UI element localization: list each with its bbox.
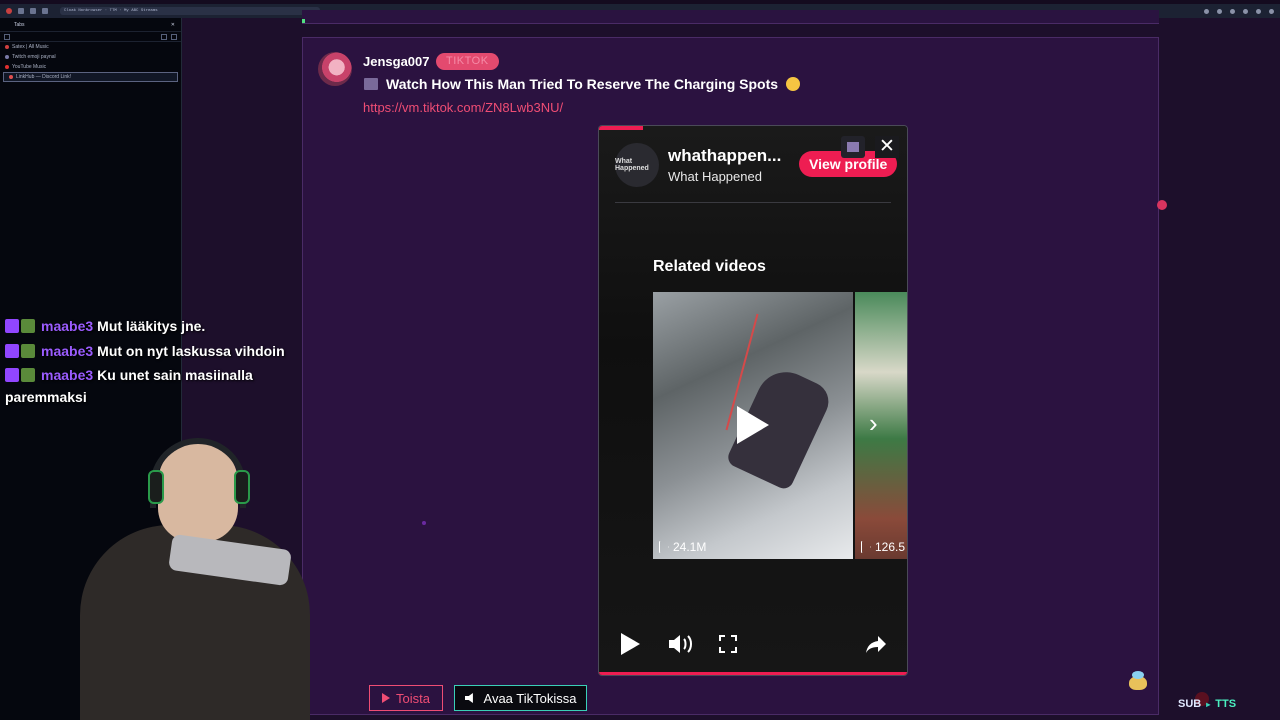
open-in-tiktok-button[interactable]: Avaa TikTokissa: [454, 685, 587, 711]
profile-icon[interactable]: [1217, 8, 1222, 14]
video-progress-bar[interactable]: [599, 126, 643, 130]
menu-icon[interactable]: [1230, 8, 1235, 14]
close-sidebar-icon[interactable]: ✕: [171, 22, 175, 28]
play-count-icon: [861, 541, 871, 553]
twitch-badge-icon: [5, 368, 19, 382]
post-title: Watch How This Man Tried To Reserve The …: [364, 76, 801, 92]
chat-text: Mut lääkitys jne.: [97, 318, 206, 334]
twitch-badge-icon: [5, 344, 19, 358]
arrow-icon: ▸: [1206, 699, 1211, 709]
tab-label: Twitch emoji paynal: [12, 54, 56, 60]
close-window-icon[interactable]: [1269, 8, 1274, 14]
tab-favicon-icon: [5, 55, 9, 59]
subscriber-badge-icon: [21, 368, 35, 382]
grimace-emoji-icon: [786, 77, 801, 91]
tab-favicon-icon: [5, 45, 9, 49]
play-count-icon: [659, 541, 669, 553]
share-icon[interactable]: [865, 633, 887, 655]
ufo-icon: [1129, 671, 1147, 690]
subscriber-badge-icon: [21, 344, 35, 358]
avatar[interactable]: [318, 52, 352, 86]
tabs-header-label: Tabs: [14, 21, 25, 28]
back-icon[interactable]: [18, 8, 24, 14]
sub-tts-indicator: SUB ▸ TTS: [1178, 698, 1236, 710]
account-logo[interactable]: What Happened: [615, 143, 659, 187]
divider: [615, 202, 891, 203]
new-tab-icon[interactable]: [4, 33, 10, 40]
play-button-label: Toista: [396, 690, 430, 706]
post-username[interactable]: Jensga007: [363, 54, 430, 69]
play-icon: [382, 693, 391, 703]
chat-overlay: maabe3 Mut lääkitys jne. maabe3 Mut on nyt…: [5, 314, 305, 408]
chat-message: maabe3 Mut on nyt laskussa vihdoin: [5, 339, 305, 364]
embed-bottom-bar: [599, 672, 907, 675]
webcam-feed: [70, 430, 310, 720]
sub-label: SUB: [1178, 698, 1202, 710]
tab-favicon-icon: [9, 75, 13, 79]
play-icon[interactable]: [737, 406, 769, 444]
play-icon[interactable]: [621, 633, 640, 655]
views-count: 126.5: [875, 540, 906, 554]
tab-label: LinkHub — Discord Link!: [16, 74, 72, 80]
tab-settings-icon[interactable]: [171, 33, 177, 40]
speaker-icon: [464, 693, 473, 703]
minimize-icon[interactable]: [1243, 8, 1248, 14]
maximize-icon[interactable]: [1256, 8, 1261, 14]
extension-icon[interactable]: [1204, 8, 1209, 14]
tab-search-icon[interactable]: [161, 33, 167, 40]
scroll-indicator[interactable]: [1157, 200, 1167, 210]
open-button-label: Avaa TikTokissa: [483, 690, 577, 706]
forward-icon[interactable]: [30, 8, 36, 14]
chat-message: maabe3 Mut lääkitys jne.: [5, 314, 305, 339]
volume-icon[interactable]: [667, 633, 695, 655]
subscriber-badge-icon: [21, 319, 35, 333]
tabs-header: Tabs ✕: [0, 18, 181, 32]
clapperboard-icon: [841, 136, 865, 158]
tab-item[interactable]: YouTube Music: [0, 62, 181, 72]
reload-icon[interactable]: [42, 8, 48, 14]
views-count: 24.1M: [673, 540, 707, 554]
chevron-right-icon[interactable]: ›: [869, 408, 878, 439]
browser-logo-icon: [6, 8, 12, 14]
fullscreen-icon[interactable]: [719, 635, 737, 653]
video-views: 24.1M: [659, 540, 706, 554]
play-button[interactable]: Toista: [369, 685, 443, 711]
clapperboard-icon: [364, 78, 378, 90]
tiktok-embed[interactable]: What Happened whathappen... What Happene…: [598, 125, 908, 676]
tab-label: YouTube Music: [12, 64, 47, 70]
related-videos-title: Related videos: [653, 258, 766, 275]
post-link[interactable]: https://vm.tiktok.com/ZN8Lwb3NU/: [363, 100, 563, 115]
close-embed-button[interactable]: ✕: [875, 136, 899, 158]
chat-username: maabe3: [41, 343, 94, 359]
chat-username: maabe3: [41, 367, 94, 383]
stream-screen: Cloak Nonbrowser · TTM · My ABC Streams …: [0, 0, 1280, 720]
tab-item-active[interactable]: LinkHub — Discord Link!: [3, 72, 178, 82]
chat-text: Mut on nyt laskussa vihdoin: [97, 343, 285, 359]
post-title-text: Watch How This Man Tried To Reserve The …: [386, 76, 779, 92]
cursor-dot: [422, 521, 426, 525]
chat-message: maabe3 Ku unet sain masiinalla paremmaksi: [5, 364, 305, 408]
tts-label: TTS: [1215, 698, 1237, 710]
tab-item[interactable]: Satex | All Music: [0, 42, 181, 52]
video-views: 126.5: [861, 540, 905, 554]
browser-tool-icons: [1204, 8, 1274, 14]
address-bar[interactable]: Cloak Nonbrowser · TTM · My ABC Streams: [60, 7, 320, 15]
tab-item[interactable]: Twitch emoji paynal: [0, 52, 181, 62]
tab-label: Satex | All Music: [12, 44, 49, 50]
related-video-thumbnail[interactable]: [855, 292, 907, 559]
account-name: What Happened: [668, 169, 762, 184]
account-handle[interactable]: whathappen...: [668, 146, 786, 166]
chat-username: maabe3: [41, 318, 94, 334]
tabs-tools: [0, 32, 181, 42]
tab-favicon-icon: [5, 65, 9, 69]
twitch-badge-icon: [5, 319, 19, 333]
previous-post-card: [302, 10, 1159, 24]
platform-badge: TIKTOK: [436, 53, 499, 70]
